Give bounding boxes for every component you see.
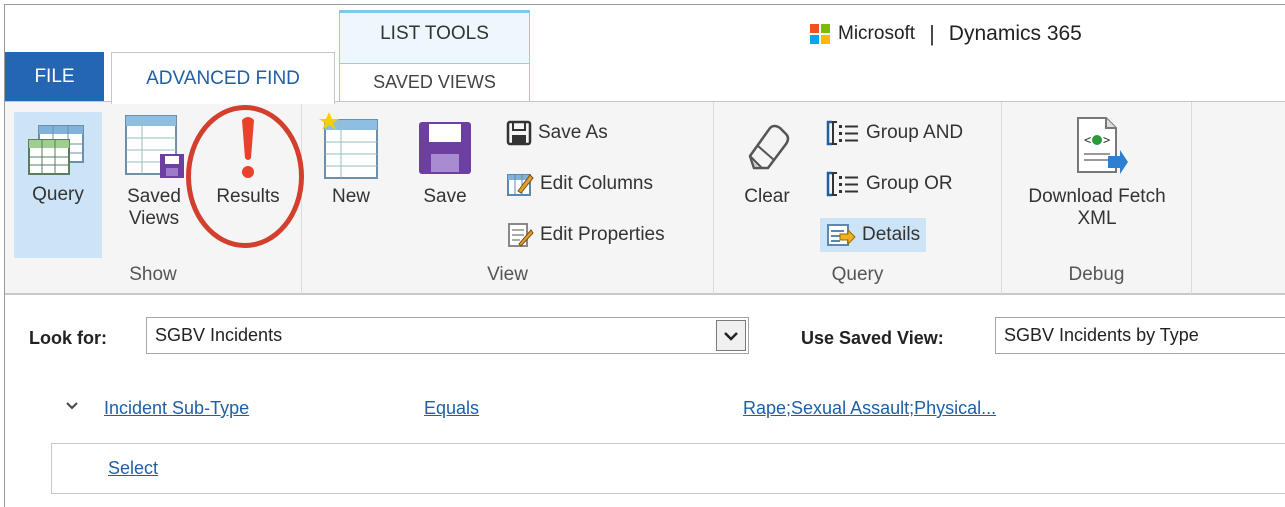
edit-columns-label: Edit Columns — [540, 173, 653, 194]
edit-properties-icon — [508, 223, 534, 247]
details-label: Details — [862, 224, 921, 245]
download-fetch-label-1: Download Fetch — [1028, 186, 1166, 207]
edit-properties-button[interactable]: Edit Properties — [500, 218, 671, 252]
tab-advanced-find[interactable]: ADVANCED FIND — [111, 52, 335, 104]
group-debug-label: Debug — [1068, 264, 1125, 285]
edit-columns-button[interactable]: Edit Columns — [500, 167, 659, 201]
tab-file[interactable]: FILE — [5, 52, 104, 101]
ribbon: Query Saved Views Results Show New Save … — [5, 101, 1285, 295]
details-button[interactable]: Details — [820, 218, 927, 252]
look-for-label: Look for: — [29, 328, 107, 348]
download-fetch-xml-button[interactable]: < > Download Fetch XML — [1014, 112, 1180, 230]
exclamation-icon — [242, 117, 254, 178]
query-table-icon — [28, 125, 84, 175]
context-group-label: LIST TOOLS — [380, 23, 489, 44]
brand-company: Microsoft — [838, 23, 916, 44]
context-group-list-tools: LIST TOOLS SAVED VIEWS — [339, 10, 530, 101]
use-saved-view-value: SGBV Incidents by Type — [1004, 325, 1199, 345]
use-saved-view-select[interactable]: SGBV Incidents by Type — [995, 317, 1285, 354]
group-view-label: View — [487, 264, 528, 285]
group-query: Clear Group AND Group OR Details Query — [714, 102, 1002, 294]
svg-text:>: > — [1103, 133, 1110, 147]
new-view-icon — [319, 112, 378, 179]
use-saved-view-label: Use Saved View: — [801, 328, 944, 348]
group-show-label: Show — [129, 264, 177, 285]
results-button-label: Results — [216, 186, 280, 207]
clear-button[interactable]: Clear — [730, 112, 804, 208]
eraser-icon — [748, 124, 790, 170]
look-for-dropdown-button[interactable] — [716, 320, 746, 351]
query-button[interactable]: Query — [14, 112, 102, 258]
group-view: New Save Save As Edit Columns Edit Prope… — [302, 102, 714, 294]
group-debug: < > Download Fetch XML Debug — [1002, 102, 1192, 294]
chevron-down-icon — [724, 331, 738, 341]
svg-text:<: < — [1084, 133, 1091, 147]
select-row: Select — [51, 443, 1285, 494]
new-view-button[interactable]: New — [316, 112, 386, 208]
edit-properties-label: Edit Properties — [540, 224, 665, 245]
new-view-label: New — [331, 186, 370, 207]
brand-product[interactable]: Dynamics 365 — [949, 22, 1082, 46]
save-as-label: Save As — [538, 122, 608, 143]
download-fetch-label-2: XML — [1077, 208, 1117, 229]
look-for-value: SGBV Incidents — [155, 325, 283, 345]
condition-row: Incident Sub-Type Equals Rape;Sexual Ass… — [5, 389, 1285, 429]
save-button[interactable]: Save — [408, 112, 482, 208]
results-button[interactable]: Results — [205, 112, 291, 208]
group-or-button[interactable]: Group OR — [820, 167, 959, 201]
edit-columns-icon — [507, 174, 534, 196]
group-and-label: Group AND — [866, 122, 964, 143]
look-for-select[interactable]: SGBV Incidents — [146, 317, 749, 354]
condition-field-link[interactable]: Incident Sub-Type — [104, 398, 249, 419]
save-as-button[interactable]: Save As — [500, 116, 614, 150]
select-link[interactable]: Select — [108, 458, 158, 479]
group-or-label: Group OR — [866, 173, 953, 194]
save-floppy-icon — [419, 122, 471, 174]
query-button-label: Query — [32, 184, 84, 205]
save-as-icon — [506, 120, 532, 146]
condition-value-link[interactable]: Rape;Sexual Assault;Physical... — [743, 398, 996, 419]
saved-views-icon — [125, 115, 184, 178]
save-button-label: Save — [423, 186, 467, 207]
saved-views-label-2: Views — [128, 208, 180, 229]
group-bracket-icon — [826, 171, 858, 197]
clear-button-label: Clear — [744, 186, 790, 207]
brand-bar: Microsoft | Dynamics 365 — [810, 21, 1082, 47]
group-show: Query Saved Views Results Show — [5, 102, 302, 294]
brand-separator: | — [929, 21, 935, 46]
group-bracket-icon — [826, 120, 858, 146]
ribbon-header: FILE ADVANCED FIND LIST TOOLS SAVED VIEW… — [5, 5, 1285, 104]
microsoft-logo-icon — [810, 24, 830, 44]
group-query-label: Query — [831, 264, 884, 285]
condition-operator-link[interactable]: Equals — [424, 398, 479, 419]
saved-views-button[interactable]: Saved Views — [114, 112, 194, 230]
saved-views-label-1: Saved — [127, 186, 181, 207]
tab-saved-views[interactable]: SAVED VIEWS — [340, 63, 529, 101]
advanced-find-content: Look for: SGBV Incidents Use Saved View:… — [5, 297, 1285, 507]
details-icon — [827, 224, 856, 246]
group-and-button[interactable]: Group AND — [820, 116, 969, 150]
xml-download-icon: < > — [1077, 117, 1128, 174]
chevron-down-icon[interactable] — [65, 401, 79, 411]
